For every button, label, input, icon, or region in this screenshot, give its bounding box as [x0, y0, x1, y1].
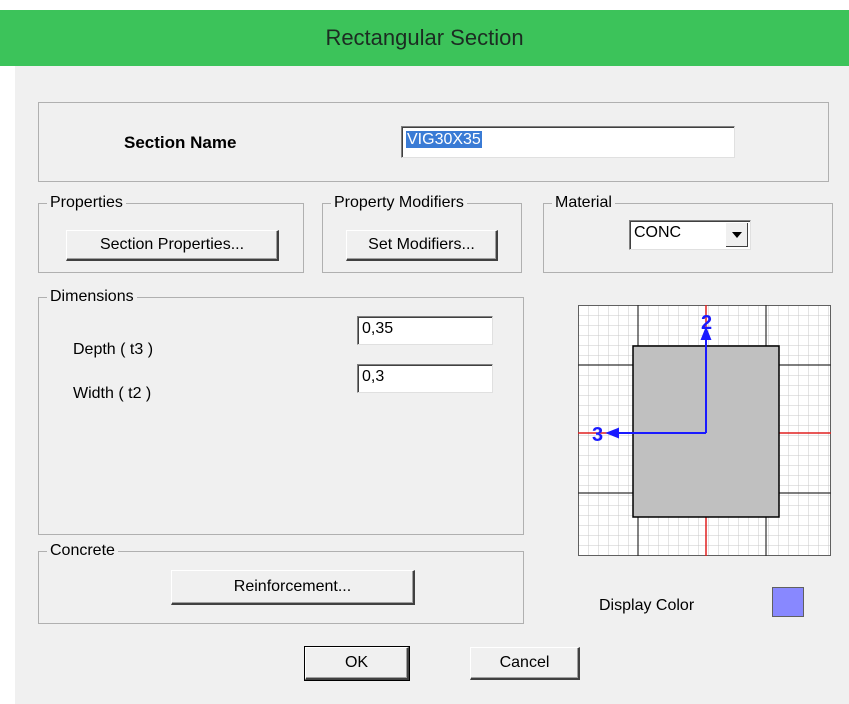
display-color-label: Display Color	[599, 597, 695, 614]
concrete-group: Concrete Reinforcement...	[38, 541, 524, 624]
width-label: Width ( t2 )	[73, 385, 152, 402]
set-modifiers-button[interactable]: Set Modifiers...	[346, 230, 498, 261]
property-modifiers-group: Property Modifiers Set Modifiers...	[322, 193, 522, 273]
reinforcement-button[interactable]: Reinforcement...	[171, 570, 415, 605]
material-dropdown[interactable]: CONC	[629, 220, 751, 250]
depth-label: Depth ( t3 )	[73, 341, 154, 358]
material-group: Material CONC	[543, 193, 833, 273]
axis-2-label: 2	[701, 312, 712, 334]
properties-group: Properties Section Properties...	[38, 193, 304, 273]
window-title: Rectangular Section	[325, 25, 524, 50]
dropdown-arrow-button[interactable]	[726, 223, 748, 247]
concrete-legend: Concrete	[47, 541, 118, 561]
dimensions-legend: Dimensions	[47, 287, 137, 307]
display-color-swatch[interactable]	[772, 587, 804, 617]
section-name-label: Section Name	[124, 133, 237, 152]
depth-value: 0,35	[362, 320, 394, 337]
dimensions-group: Dimensions Depth ( t3 ) 0,35 Width ( t2 …	[38, 287, 524, 535]
material-selected: CONC	[634, 224, 682, 241]
width-input[interactable]: 0,3	[357, 364, 493, 393]
axis-3-label: 3	[592, 424, 603, 446]
dialog-body: Section Name VIG30X35 Properties Section…	[15, 66, 849, 704]
width-value: 0,3	[362, 368, 385, 385]
section-preview-drawing: 2 3	[577, 304, 832, 557]
section-name-input[interactable]: VIG30X35	[401, 126, 735, 158]
section-name-value: VIG30X35	[406, 131, 482, 148]
section-properties-button[interactable]: Section Properties...	[66, 230, 279, 261]
properties-legend: Properties	[47, 193, 126, 213]
ok-button[interactable]: OK	[304, 646, 410, 681]
section-name-group: Section Name VIG30X35	[38, 102, 829, 182]
depth-input[interactable]: 0,35	[357, 316, 493, 345]
material-legend: Material	[552, 193, 615, 213]
chevron-down-icon	[731, 231, 742, 238]
property-modifiers-legend: Property Modifiers	[331, 193, 467, 213]
section-preview: 2 3	[577, 304, 832, 557]
cancel-button[interactable]: Cancel	[470, 647, 580, 680]
title-bar: Rectangular Section	[0, 10, 849, 66]
